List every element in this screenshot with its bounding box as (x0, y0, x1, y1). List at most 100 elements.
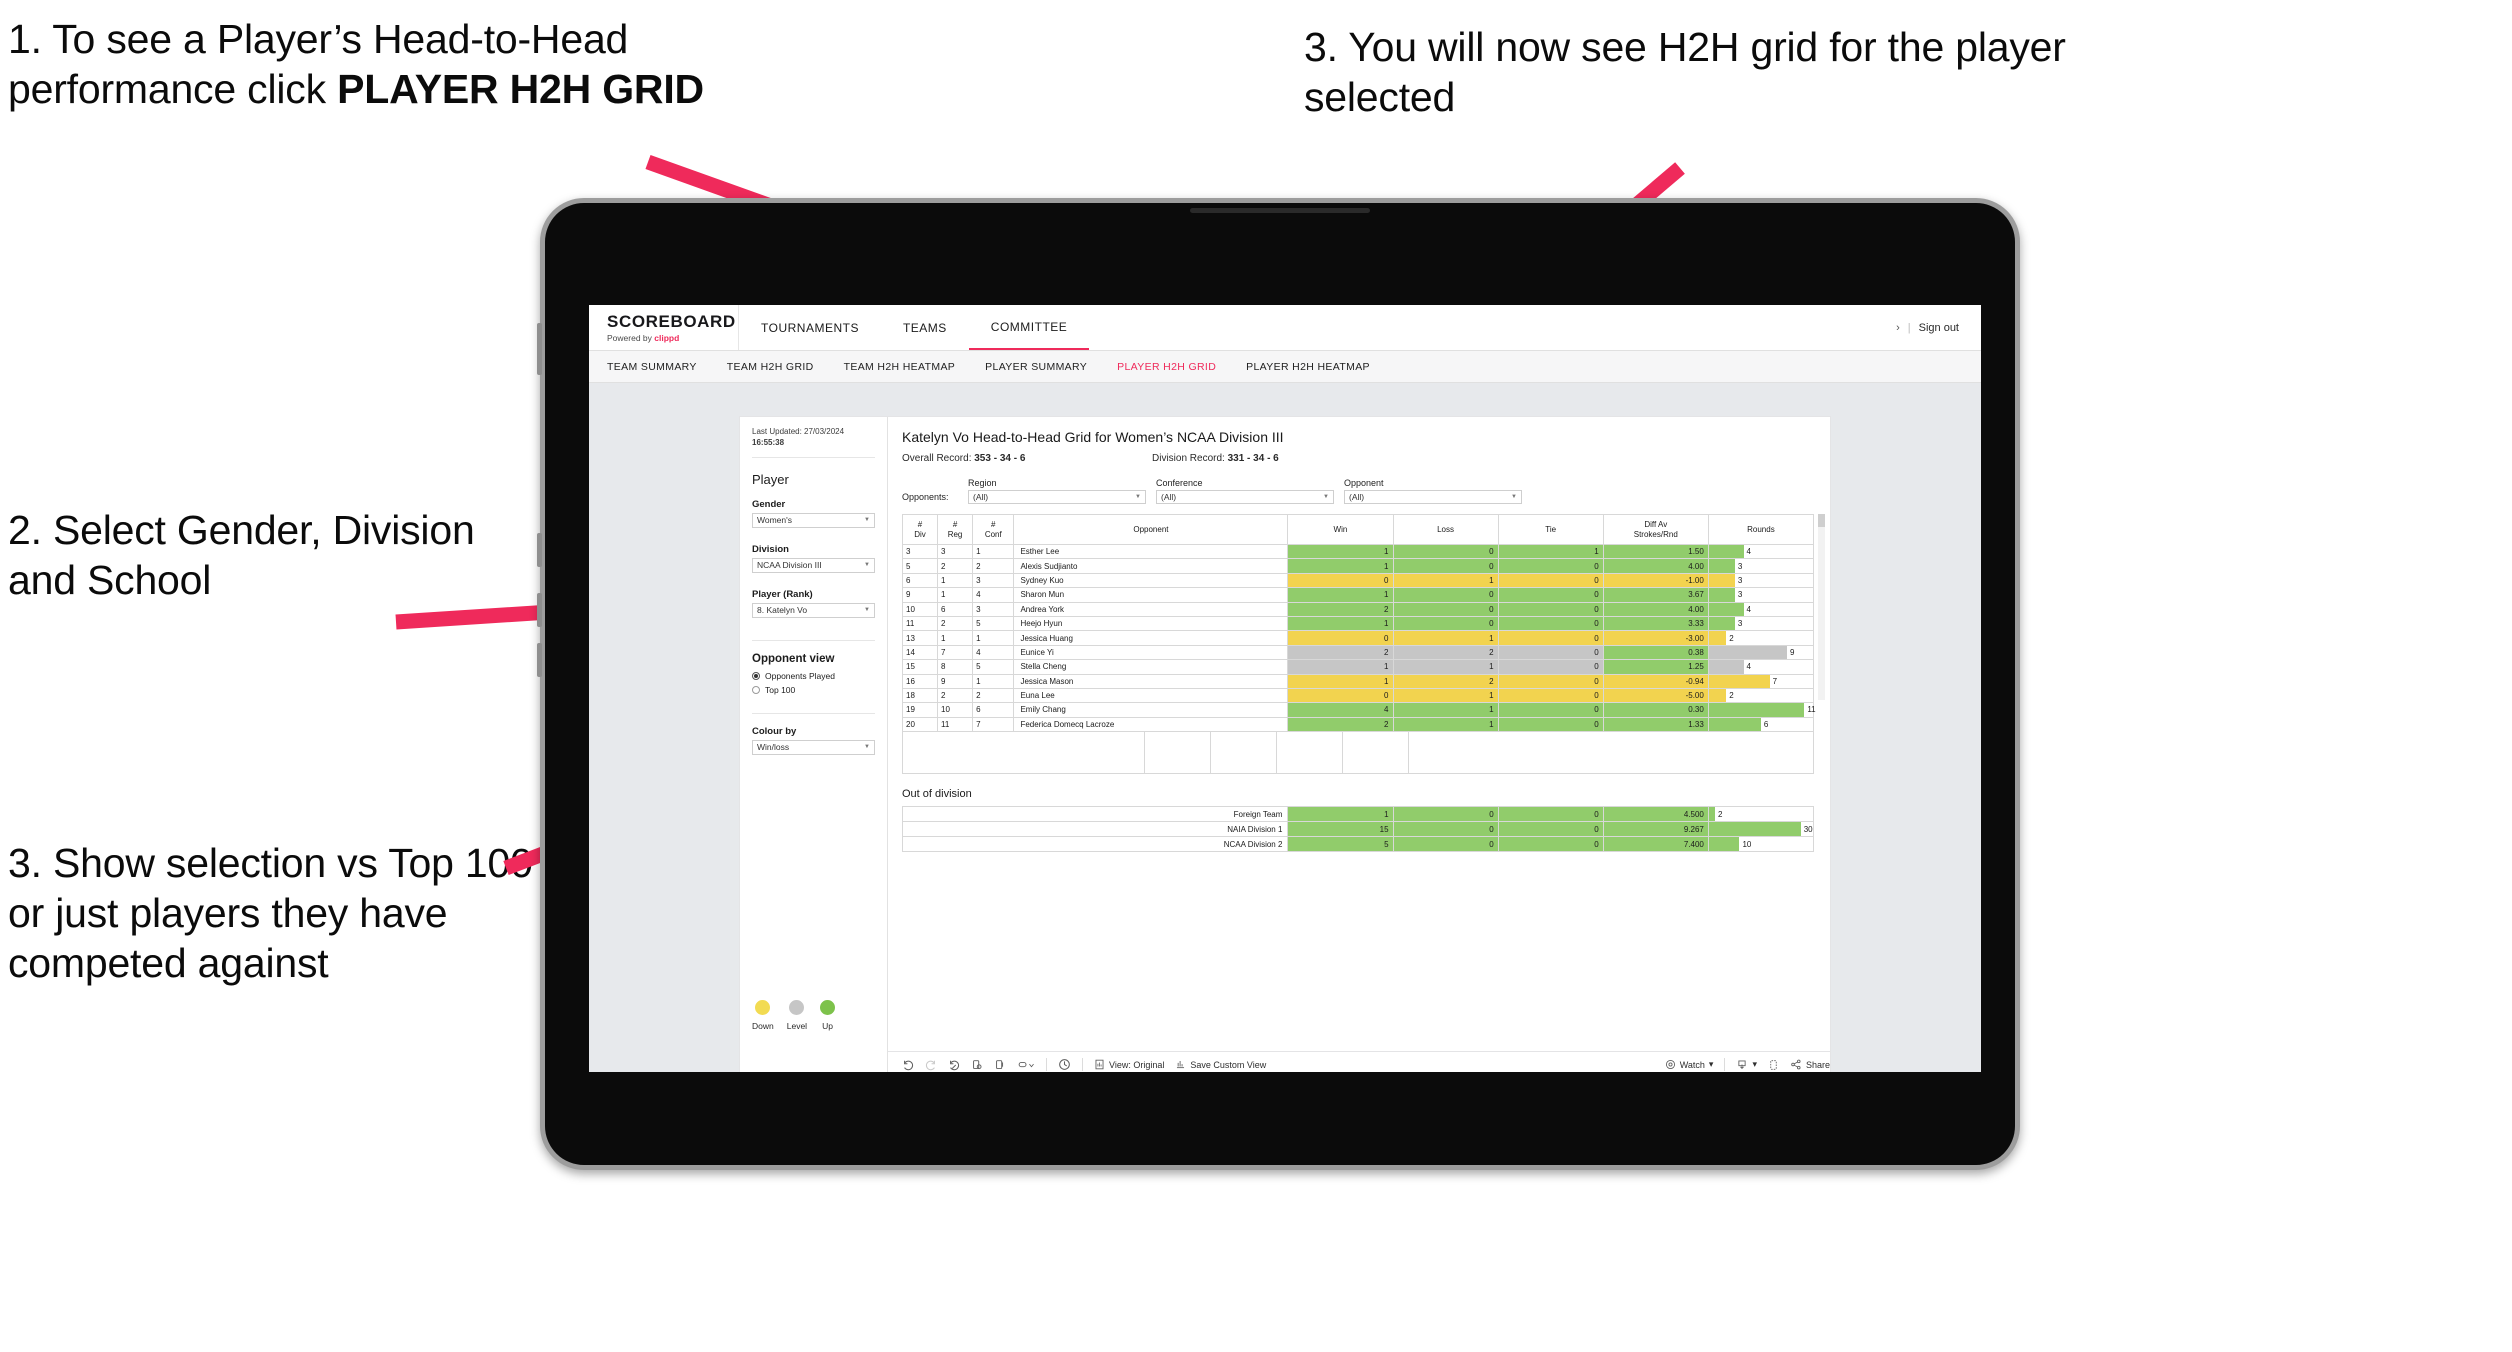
table-row[interactable]: NAIA Division 1 15 0 0 9.267 30 (901, 821, 1815, 838)
opponent-filter-region: Region (All) ▼ (968, 478, 1146, 504)
app-logo[interactable]: SCOREBOARD Powered by clippd (589, 305, 739, 350)
table-row[interactable]: NCAA Division 2 5 0 0 7.400 10 (901, 836, 1815, 853)
table-row[interactable]: 5 2 2 Alexis Sudjianto 1 0 0 4.00 3 (901, 558, 1815, 574)
opponent-filter-opponent-value: (All) (1349, 492, 1365, 502)
filter-gender-select[interactable]: Women's ▼ (752, 512, 875, 528)
cell-rounds: 6 (1707, 716, 1815, 733)
cell-tie: 0 (1497, 601, 1604, 617)
table-row[interactable]: 15 8 5 Stella Cheng 1 1 0 1.25 4 (901, 659, 1815, 675)
dashboard-card: Last Updated: 27/03/2024 16:55:38 Player… (740, 417, 1830, 1072)
table-row[interactable]: 19 10 6 Emily Chang 4 1 0 0.30 11 (901, 702, 1816, 718)
column-header-rounds[interactable]: Rounds (1707, 514, 1815, 545)
subnav-item-team-h2h-heatmap[interactable]: TEAM H2H HEATMAP (844, 361, 956, 373)
cell-diff: 1.25 (1602, 659, 1709, 675)
opponent-filter-opponent-select[interactable]: (All) ▼ (1344, 490, 1522, 504)
column-header-opponent[interactable]: Opponent (1013, 514, 1289, 545)
nav-item-teams[interactable]: TEAMS (881, 305, 969, 350)
caret-down-icon: ▾ (1708, 1059, 1714, 1069)
filter-colour-by-select[interactable]: Win/loss ▼ (752, 739, 875, 755)
subnav-item-team-summary[interactable]: TEAM SUMMARY (607, 361, 697, 373)
cell-diff: 0.30 (1602, 702, 1709, 718)
subnav-item-team-h2h-grid[interactable]: TEAM H2H GRID (727, 361, 814, 373)
table-row[interactable]: 13 1 1 Jessica Huang 0 1 0 -3.00 2 (901, 630, 1815, 646)
device-layout-icon[interactable] (1768, 1059, 1779, 1071)
table-row[interactable]: 20 11 7 Federica Domecq Lacroze 2 1 0 1.33 6 (901, 716, 1815, 733)
table-row[interactable]: 16 9 1 Jessica Mason 1 2 0 -0.94 7 (901, 673, 1815, 689)
opponent-filter-region-caption: Region (968, 478, 997, 488)
cell-tie: 0 (1497, 673, 1604, 689)
subnav-item-player-h2h-heatmap[interactable]: PLAYER H2H HEATMAP (1246, 361, 1370, 373)
table-row[interactable]: 6 1 3 Sydney Kuo 0 1 0 -1.00 3 (901, 572, 1815, 589)
download-button[interactable]: ▾ (1736, 1059, 1757, 1070)
filter-player-rank-select[interactable]: 8. Katelyn Vo ▼ (752, 602, 875, 618)
last-updated: Last Updated: 27/03/2024 16:55:38 (752, 427, 875, 458)
cell-tie: 0 (1497, 687, 1604, 704)
share-button[interactable]: Share (1790, 1059, 1830, 1070)
cell-div: 19 (901, 702, 939, 718)
column-header-div[interactable]: # Div (901, 514, 939, 545)
cell-rounds: 2 (1707, 687, 1815, 704)
cell-tie: 0 (1497, 644, 1604, 661)
tablet-volume-down-button (537, 593, 542, 627)
cell-loss: 1 (1392, 702, 1499, 718)
cell-rounds: 9 (1707, 644, 1815, 661)
view-original-button[interactable]: View: Original (1094, 1059, 1164, 1070)
table-row[interactable]: 10 6 3 Andrea York 2 0 0 4.00 4 (901, 601, 1815, 617)
filter-player-rank: Player (Rank) 8. Katelyn Vo ▼ (752, 589, 875, 618)
records-row: Overall Record: 353 - 34 - 6 Division Re… (902, 453, 1814, 464)
secondary-nav: TEAM SUMMARY TEAM H2H GRID TEAM H2H HEAT… (589, 351, 1981, 383)
history-icon[interactable] (1058, 1058, 1071, 1071)
filter-player-rank-value: 8. Katelyn Vo (757, 605, 808, 616)
opponent-filter-region-select[interactable]: (All) ▼ (968, 490, 1146, 504)
filter-division-select[interactable]: NCAA Division III ▼ (752, 557, 875, 573)
cell-diff: 3.67 (1602, 587, 1709, 603)
cell-tie: 0 (1497, 806, 1604, 823)
grid-scrollbar-thumb[interactable] (1818, 514, 1825, 527)
table-row[interactable]: 9 1 4 Sharon Mun 1 0 0 3.67 3 (901, 587, 1815, 603)
revert-icon[interactable] (948, 1059, 960, 1071)
chevron-right-icon[interactable]: › (1896, 322, 1900, 334)
refresh-icon[interactable] (971, 1059, 983, 1071)
cell-reg: 1 (937, 587, 974, 603)
save-custom-view-button[interactable]: Save Custom View (1175, 1059, 1266, 1070)
table-row[interactable]: 18 2 2 Euna Lee 0 1 0 -5.00 2 (901, 687, 1815, 704)
radio-top-100[interactable]: Top 100 (752, 685, 875, 695)
table-row[interactable]: Foreign Team 1 0 0 4.500 2 (901, 806, 1815, 823)
column-header-win[interactable]: Win (1287, 514, 1394, 545)
nav-item-tournaments[interactable]: TOURNAMENTS (739, 305, 881, 350)
column-header-reg[interactable]: # Reg (937, 514, 974, 545)
grid-scrollbar-track[interactable] (1818, 514, 1825, 700)
table-row[interactable]: 3 3 1 Esther Lee 1 0 1 1.50 4 (901, 543, 1815, 560)
opponent-filter-conference-value: (All) (1161, 492, 1177, 502)
sign-out-link[interactable]: Sign out (1919, 322, 1959, 334)
opponent-filter-conference-select[interactable]: (All) ▼ (1156, 490, 1334, 504)
nav-item-committee[interactable]: COMMITTEE (968, 305, 1090, 350)
column-header-loss[interactable]: Loss (1392, 514, 1499, 545)
colour-legend: Down Level Up (752, 1000, 875, 1072)
subnav-item-player-summary[interactable]: PLAYER SUMMARY (985, 361, 1087, 373)
tablet-device-frame: SCOREBOARD Powered by clippd TOURNAMENTS… (537, 198, 2020, 1170)
cell-reg: 9 (937, 673, 974, 689)
watch-button[interactable]: Watch ▾ (1665, 1059, 1714, 1070)
cell-out-of-division-label: Foreign Team (901, 806, 1289, 823)
redo-icon[interactable] (925, 1059, 937, 1071)
cell-opponent: Euna Lee (1013, 687, 1289, 704)
cell-reg: 6 (937, 601, 974, 617)
cell-diff: 4.00 (1602, 558, 1709, 574)
column-header-conf[interactable]: # Conf (972, 514, 1015, 545)
filter-dropdown-icon[interactable] (1017, 1059, 1035, 1071)
out-of-division-body: Foreign Team 1 0 0 4.500 2 NAIA Division 1 15 0 0… (901, 806, 1815, 853)
cell-conf: 4 (972, 587, 1015, 603)
h2h-grid-wrapper: # Div # Reg # Conf Opponent Win Loss Tie Diff Av St… (901, 514, 1825, 775)
pause-updates-icon[interactable] (994, 1059, 1006, 1071)
table-row[interactable]: 11 2 5 Heejo Hyun 1 0 0 3.33 3 (901, 615, 1815, 632)
division-record-label: Division Record: (1152, 453, 1228, 464)
cell-win: 0 (1287, 572, 1394, 589)
table-row[interactable]: 14 7 4 Eunice Yi 2 2 0 0.38 9 (901, 644, 1815, 661)
radio-opponents-played[interactable]: Opponents Played (752, 671, 875, 681)
column-header-diff-av-strokes-rnd[interactable]: Diff Av Strokes/Rnd (1602, 514, 1709, 545)
cell-div: 15 (901, 659, 939, 675)
subnav-item-player-h2h-grid[interactable]: PLAYER H2H GRID (1117, 361, 1216, 373)
undo-icon[interactable] (902, 1059, 914, 1071)
column-header-tie[interactable]: Tie (1497, 514, 1604, 545)
